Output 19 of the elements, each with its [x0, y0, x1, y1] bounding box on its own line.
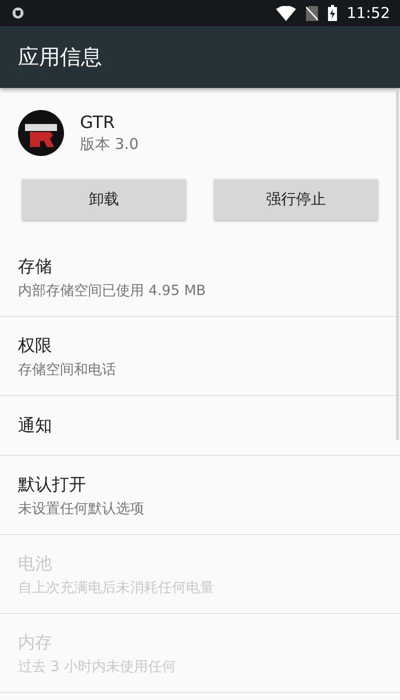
app-logo-icon: [18, 110, 64, 156]
screen-title: 应用信息: [18, 44, 102, 71]
shield-icon: [12, 7, 24, 19]
setting-row[interactable]: 默认打开 未设置任何默认选项: [0, 456, 400, 535]
action-button[interactable]: 强行停止: [214, 179, 378, 220]
app-name: GTR: [80, 112, 116, 132]
setting-title: 存储: [18, 256, 53, 278]
wifi-icon: [276, 6, 296, 20]
battery-charging-icon: [328, 5, 337, 21]
action-button[interactable]: 卸载: [22, 179, 186, 220]
no-sim-icon: [306, 6, 318, 20]
setting-summary: 未设置任何默认选项: [18, 500, 145, 518]
status-time: 11:52: [346, 4, 390, 22]
app-version: 版本 3.0: [80, 134, 139, 154]
setting-title: 默认打开: [18, 474, 87, 496]
setting-title: 通知: [18, 415, 53, 437]
setting-summary: 内部存储空间已使用 4.95 MB: [18, 282, 207, 300]
setting-title: 权限: [18, 334, 53, 356]
setting-summary: 存储空间和电话: [18, 360, 117, 378]
